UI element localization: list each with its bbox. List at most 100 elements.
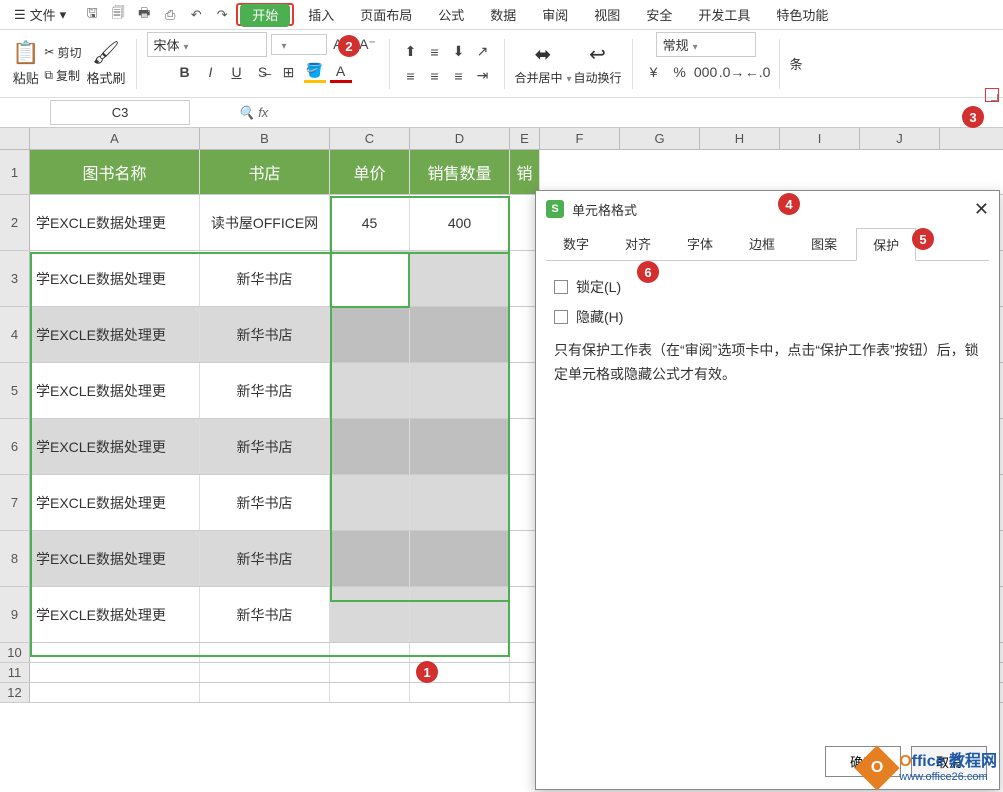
cell[interactable]: 新华书店 (200, 363, 330, 418)
tab-font[interactable]: 字体 (670, 227, 730, 260)
cell[interactable] (330, 475, 410, 530)
tab-border[interactable]: 边框 (732, 227, 792, 260)
header-store[interactable]: 书店 (200, 150, 330, 194)
cell[interactable] (410, 307, 510, 362)
tab-number[interactable]: 数字 (546, 227, 606, 260)
dialog-launcher-icon[interactable] (985, 88, 999, 102)
increase-decimal-icon[interactable]: .0→ (721, 61, 743, 83)
cell[interactable] (330, 307, 410, 362)
comma-icon[interactable]: 000 (695, 61, 717, 83)
cell[interactable] (410, 475, 510, 530)
cell[interactable]: 学EXCLE数据处理更 (30, 195, 200, 250)
decrease-decimal-icon[interactable]: ←.0 (747, 61, 769, 83)
underline-button[interactable]: U (226, 61, 248, 83)
cell[interactable] (200, 683, 330, 702)
tab-start[interactable]: 开始 (240, 4, 290, 27)
fx-button[interactable]: 🔍 fx (230, 105, 276, 121)
cell[interactable] (330, 363, 410, 418)
row-header[interactable]: 4 (0, 307, 30, 362)
font-color-button[interactable]: A (330, 61, 352, 83)
cell[interactable]: 新华书店 (200, 531, 330, 586)
header-book-name[interactable]: 图书名称 (30, 150, 200, 194)
cell[interactable] (410, 587, 510, 642)
save-icon[interactable]: 🖫 (80, 3, 104, 27)
cell[interactable] (330, 663, 410, 682)
wrap-text-button[interactable]: ↩ 自动换行 (574, 42, 622, 86)
align-right-icon[interactable]: ≡ (448, 65, 470, 87)
number-format-select[interactable]: 常规 (656, 32, 756, 57)
cell[interactable]: 学EXCLE数据处理更 (30, 419, 200, 474)
border-button[interactable]: ⊞ (278, 61, 300, 83)
row-header[interactable]: 6 (0, 419, 30, 474)
currency-icon[interactable]: ¥ (643, 61, 665, 83)
cell[interactable]: 学EXCLE数据处理更 (30, 531, 200, 586)
cell[interactable]: 新华书店 (200, 475, 330, 530)
dialog-titlebar[interactable]: S 单元格格式 ✕ (536, 191, 999, 227)
format-painter-button[interactable]: 🖌 格式刷 (86, 40, 125, 87)
col-header-a[interactable]: A (30, 128, 200, 149)
file-menu[interactable]: ☰ 文件 ▾ (8, 2, 72, 27)
cell[interactable] (410, 251, 510, 306)
row-header[interactable]: 12 (0, 683, 30, 702)
row-header[interactable]: 2 (0, 195, 30, 250)
cell[interactable]: 学EXCLE数据处理更 (30, 363, 200, 418)
row-header[interactable]: 3 (0, 251, 30, 306)
cell[interactable] (410, 363, 510, 418)
cell[interactable]: 新华书店 (200, 251, 330, 306)
row-header[interactable]: 7 (0, 475, 30, 530)
align-center-icon[interactable]: ≡ (424, 65, 446, 87)
cell[interactable]: 45 (330, 195, 410, 250)
cell[interactable] (200, 643, 330, 662)
cut-button[interactable]: ✂剪切 (41, 42, 84, 63)
align-left-icon[interactable]: ≡ (400, 65, 422, 87)
cell[interactable] (410, 683, 510, 702)
cell[interactable]: 新华书店 (200, 419, 330, 474)
orientation-icon[interactable]: ↗ (472, 41, 494, 63)
row-header[interactable]: 11 (0, 663, 30, 682)
tab-view[interactable]: 视图 (582, 1, 632, 28)
font-name-select[interactable]: 宋体 (147, 32, 267, 57)
close-icon[interactable]: ✕ (974, 199, 989, 220)
tab-dev-tools[interactable]: 开发工具 (686, 1, 762, 28)
tab-data[interactable]: 数据 (478, 1, 528, 28)
cell[interactable]: 学EXCLE数据处理更 (30, 307, 200, 362)
cell[interactable] (410, 419, 510, 474)
cell[interactable]: 新华书店 (200, 587, 330, 642)
cell[interactable] (330, 419, 410, 474)
align-bottom-icon[interactable]: ⬇ (448, 41, 470, 63)
italic-button[interactable]: I (200, 61, 222, 83)
header-e[interactable]: 销 (510, 150, 540, 194)
cell[interactable]: 新华书店 (200, 307, 330, 362)
col-header-i[interactable]: I (780, 128, 860, 149)
indent-icon[interactable]: ⇥ (472, 65, 494, 87)
bold-button[interactable]: B (174, 61, 196, 83)
print-icon[interactable]: 🖶 (132, 3, 156, 27)
col-header-j[interactable]: J (860, 128, 940, 149)
undo-icon[interactable]: ↶ (184, 3, 208, 27)
lock-checkbox[interactable] (554, 280, 568, 294)
align-top-icon[interactable]: ⬆ (400, 41, 422, 63)
col-header-e[interactable]: E (510, 128, 540, 149)
cell[interactable] (200, 663, 330, 682)
cell[interactable]: 读书屋OFFICE网 (200, 195, 330, 250)
col-header-c[interactable]: C (330, 128, 410, 149)
col-header-d[interactable]: D (410, 128, 510, 149)
row-header[interactable]: 9 (0, 587, 30, 642)
header-price[interactable]: 单价 (330, 150, 410, 194)
align-middle-icon[interactable]: ≡ (424, 41, 446, 63)
hide-checkbox[interactable] (554, 310, 568, 324)
tab-security[interactable]: 安全 (634, 1, 684, 28)
percent-icon[interactable]: % (669, 61, 691, 83)
cell[interactable]: 学EXCLE数据处理更 (30, 251, 200, 306)
tab-pattern[interactable]: 图案 (794, 227, 854, 260)
strikethrough-button[interactable]: S̶ (252, 61, 274, 83)
row-header[interactable]: 10 (0, 643, 30, 662)
cell[interactable] (330, 683, 410, 702)
cell[interactable]: 400 (410, 195, 510, 250)
print-preview-icon[interactable]: ⎙ (158, 3, 182, 27)
font-size-select[interactable] (271, 34, 327, 55)
row-header[interactable]: 8 (0, 531, 30, 586)
col-header-f[interactable]: F (540, 128, 620, 149)
merge-center-button[interactable]: ⬌ 合并居中 (515, 42, 572, 86)
tab-alignment[interactable]: 对齐 (608, 227, 668, 260)
